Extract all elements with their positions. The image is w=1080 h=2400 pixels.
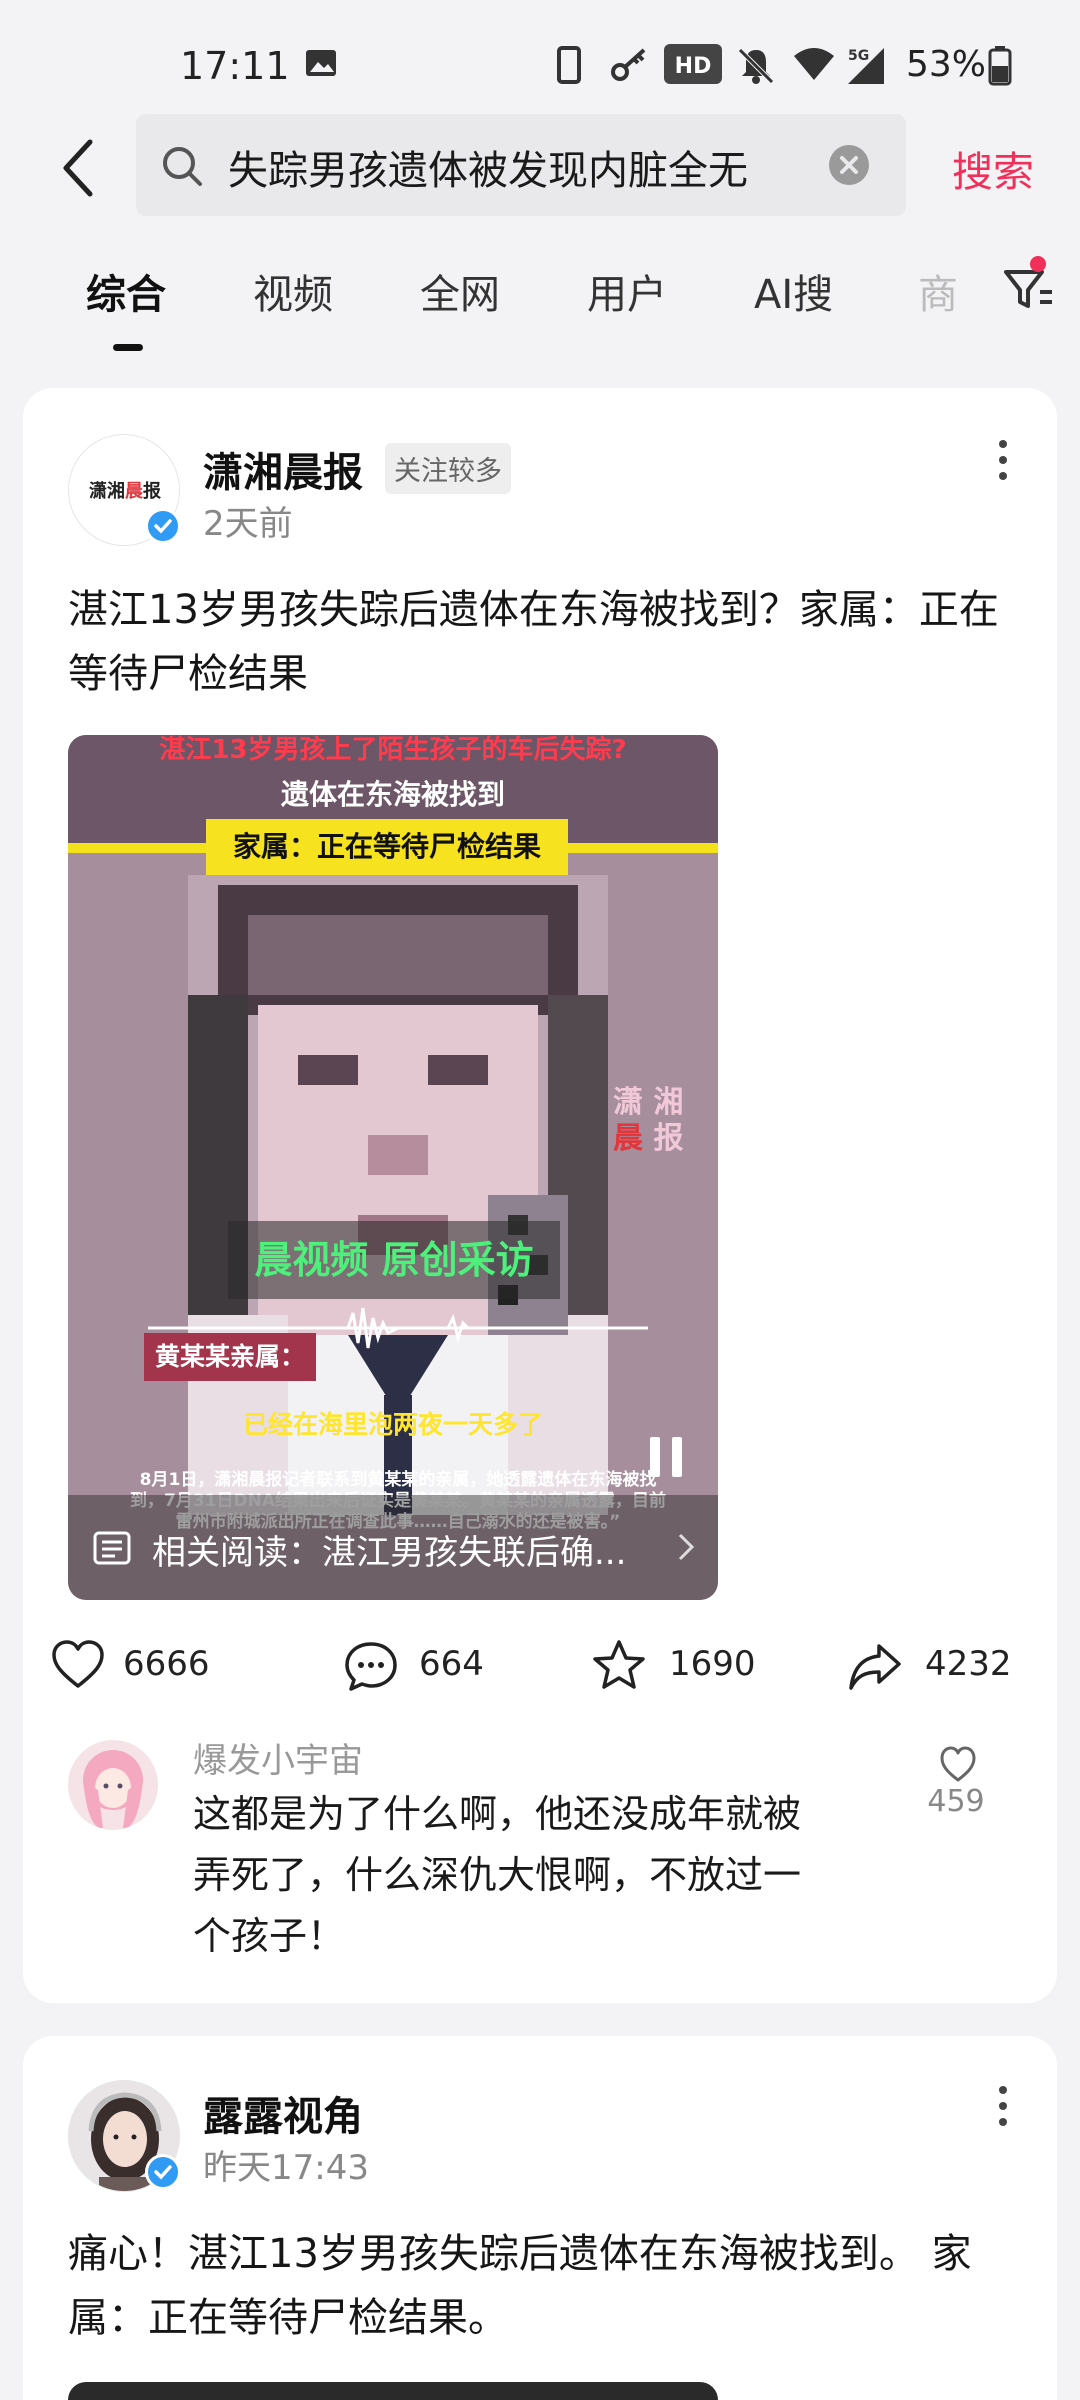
signal-5g-icon: 5G <box>844 46 888 90</box>
video-caption-white: 遗体在东海被找到 <box>280 778 505 811</box>
post-title[interactable]: 湛江13岁男孩失踪后遗体在东海被找到？家属：正在等待尸检结果 <box>68 578 1028 706</box>
video-subtitle: 已经在海里泡两夜一天多了 <box>242 1410 543 1439</box>
video-caption-yellow: 家属：正在等待尸检结果 <box>206 819 568 875</box>
svg-text:5G: 5G <box>848 48 869 64</box>
video-watermark-logo: 潇 湘 晨 报 <box>613 1085 684 1156</box>
related-reading-text: 相关阅读：湛江男孩失联后确... <box>152 1533 627 1573</box>
post-title[interactable]: 痛心！湛江13岁男孩失踪后遗体在东海被找到。 家属：正在等待尸检结果。 <box>68 2222 1028 2350</box>
heart-icon <box>52 1640 104 1688</box>
video-thumbnail[interactable] <box>68 2382 718 2400</box>
related-reading-link[interactable]: 相关阅读：湛江男孩失联后确... <box>68 1495 718 1600</box>
mute-icon <box>736 46 776 90</box>
share-icon <box>849 1644 901 1690</box>
tab-web[interactable]: 全网 <box>420 262 500 320</box>
svg-text:HD: HD <box>675 54 712 79</box>
battery-icon <box>988 46 1012 90</box>
share-button[interactable]: 4232 <box>845 1636 1045 1696</box>
star-icon <box>593 1640 645 1689</box>
wifi-icon <box>792 46 836 86</box>
status-time: 17:11 <box>180 44 290 88</box>
favorite-button[interactable]: 1690 <box>589 1636 789 1696</box>
video-speaker-label: 黄某某亲属： <box>144 1333 316 1381</box>
article-icon <box>93 1531 131 1569</box>
tab-video[interactable]: 视频 <box>253 262 333 320</box>
more-options-button[interactable] <box>983 430 1023 490</box>
commenter-name[interactable]: 爆发小宇宙 <box>193 1733 363 1782</box>
clear-icon <box>829 145 869 185</box>
post-time: 昨天17:43 <box>203 2148 369 2188</box>
author-name[interactable]: 潇湘晨报 <box>203 440 363 498</box>
phone-icon <box>556 46 582 88</box>
verified-badge-icon <box>145 2154 181 2190</box>
more-options-button[interactable] <box>983 2076 1023 2136</box>
filter-notification-dot <box>1030 256 1046 272</box>
video-player[interactable]: 湛江13岁男孩上了陌生孩子的车后失踪? 遗体在东海被找到 家属：正在等待尸检结果… <box>68 735 718 1600</box>
follow-tag: 关注较多 <box>385 443 511 494</box>
search-query-text: 失踪男孩遗体被发现内脏全无 <box>228 148 748 194</box>
clear-search-button[interactable] <box>828 144 870 186</box>
comment-button[interactable]: 664 <box>341 1636 541 1696</box>
comment-like-count: 459 <box>927 1784 985 1819</box>
verified-badge-icon <box>145 508 181 544</box>
search-input[interactable]: 失踪男孩遗体被发现内脏全无 <box>136 114 906 216</box>
comment-text[interactable]: 这都是为了什么啊，他还没成年就被弄死了，什么深仇大恨啊，不放过一个孩子！ <box>193 1784 813 1967</box>
like-button[interactable]: 6666 <box>48 1636 268 1696</box>
heart-icon <box>940 1746 976 1782</box>
active-tab-indicator <box>113 344 143 351</box>
chevron-left-icon <box>63 139 93 197</box>
pause-button[interactable] <box>646 1435 686 1479</box>
gallery-icon <box>304 46 338 84</box>
video-caption-red: 湛江13岁男孩上了陌生孩子的车后失踪? <box>159 735 627 765</box>
tab-shop[interactable]: 商 <box>918 262 958 320</box>
more-vertical-icon <box>999 2086 1007 2126</box>
tab-users[interactable]: 用户 <box>587 262 667 320</box>
search-button[interactable]: 搜索 <box>952 138 1034 198</box>
post-time: 2天前 <box>203 504 293 544</box>
author-name[interactable]: 露露视角 <box>203 2084 363 2142</box>
favorite-count: 1690 <box>669 1644 756 1684</box>
like-count: 6666 <box>123 1644 210 1684</box>
search-result-card[interactable]: 露露视角 昨天17:43 痛心！湛江13岁男孩失踪后遗体在东海被找到。 家属：正… <box>23 2036 1057 2400</box>
search-header: 失踪男孩遗体被发现内脏全无 搜索 <box>0 112 1080 218</box>
pause-icon <box>650 1437 682 1477</box>
search-icon <box>160 144 204 192</box>
comment-count: 664 <box>419 1644 484 1684</box>
video-green-title: 晨视频 原创采访 <box>228 1221 560 1299</box>
hd-icon: HD <box>664 44 722 88</box>
chevron-right-icon <box>676 1531 696 1567</box>
tab-ai-search[interactable]: AI搜 <box>754 262 833 320</box>
result-tabs: 综合 视频 全网 用户 AI搜 商 <box>0 250 1080 360</box>
back-button[interactable] <box>52 132 112 202</box>
commenter-avatar[interactable] <box>68 1740 158 1830</box>
svg-text:潇湘晨报: 潇湘晨报 <box>89 480 161 502</box>
more-vertical-icon <box>999 440 1007 480</box>
share-count: 4232 <box>925 1644 1012 1684</box>
key-icon <box>610 46 650 88</box>
tab-comprehensive[interactable]: 综合 <box>86 262 166 320</box>
comment-icon <box>345 1642 397 1691</box>
search-result-card[interactable]: 潇湘晨报 潇湘晨报 关注较多 2天前 湛江13岁男孩失踪后遗体在东海被找到？家属… <box>23 388 1057 2003</box>
battery-percent: 53% <box>906 44 987 85</box>
